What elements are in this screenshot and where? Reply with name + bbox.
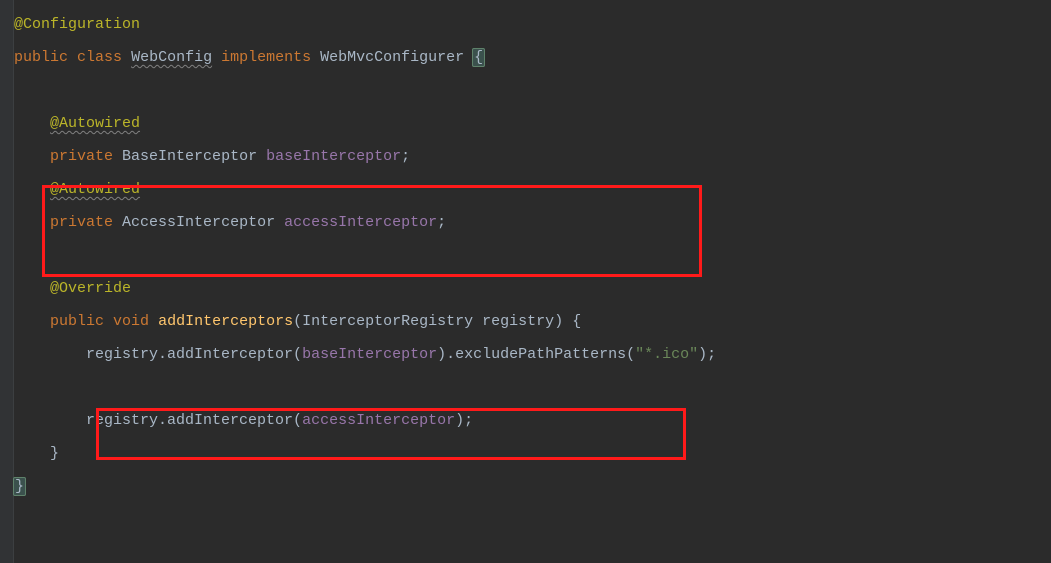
code-line-9[interactable]: @Override	[14, 272, 1051, 305]
var-registry: registry	[86, 346, 158, 363]
method-addinterceptors: addInterceptors	[158, 313, 293, 330]
var-registry-2: registry	[86, 412, 158, 429]
code-line-12[interactable]	[14, 371, 1051, 404]
annotation-configuration: @Configuration	[14, 16, 140, 33]
code-line-14[interactable]: }	[14, 437, 1051, 470]
type-baseinterceptor: BaseInterceptor	[122, 148, 257, 165]
semicolon: ;	[401, 148, 410, 165]
keyword-implements: implements	[221, 49, 311, 66]
open-brace: {	[472, 48, 485, 67]
code-line-1[interactable]: @Configuration	[14, 8, 1051, 41]
line-end-2: );	[455, 412, 473, 429]
method-close-brace: }	[50, 445, 59, 462]
keyword-private-2: private	[50, 214, 113, 231]
arg-baseinterceptor: baseInterceptor	[302, 346, 437, 363]
code-line-2[interactable]: public class WebConfig implements WebMvc…	[14, 41, 1051, 74]
code-line-3[interactable]	[14, 74, 1051, 107]
class-close-brace: }	[13, 477, 26, 496]
paren-close: )	[554, 313, 563, 330]
class-name: WebConfig	[131, 49, 212, 66]
keyword-private: private	[50, 148, 113, 165]
keyword-public: public	[14, 49, 68, 66]
code-line-13[interactable]: registry.addInterceptor(accessIntercepto…	[14, 404, 1051, 437]
paren-open: (	[293, 313, 302, 330]
code-line-8[interactable]	[14, 239, 1051, 272]
interface-name: WebMvcConfigurer	[320, 49, 464, 66]
code-line-6[interactable]: @Autowired	[14, 173, 1051, 206]
keyword-class: class	[77, 49, 122, 66]
code-line-5[interactable]: private BaseInterceptor baseInterceptor;	[14, 140, 1051, 173]
method-brace: {	[563, 313, 581, 330]
param-type: InterceptorRegistry	[302, 313, 473, 330]
arg-accessinterceptor: accessInterceptor	[302, 412, 455, 429]
param-name: registry	[482, 313, 554, 330]
type-accessinterceptor: AccessInterceptor	[122, 214, 275, 231]
code-line-10[interactable]: public void addInterceptors(InterceptorR…	[14, 305, 1051, 338]
line-end: );	[698, 346, 716, 363]
field-baseinterceptor: baseInterceptor	[266, 148, 401, 165]
code-editor[interactable]: @Configuration public class WebConfig im…	[0, 0, 1051, 563]
semicolon-2: ;	[437, 214, 446, 231]
annotation-override: @Override	[50, 280, 131, 297]
code-line-11[interactable]: registry.addInterceptor(baseInterceptor)…	[14, 338, 1051, 371]
annotation-autowired-2: @Autowired	[50, 181, 140, 198]
keyword-public-2: public	[50, 313, 104, 330]
call-addinterceptor-2: .addInterceptor(	[158, 412, 302, 429]
field-accessinterceptor: accessInterceptor	[284, 214, 437, 231]
annotation-autowired: @Autowired	[50, 115, 140, 132]
string-ico: "*.ico"	[635, 346, 698, 363]
code-line-15[interactable]: }	[14, 470, 1051, 503]
call-addinterceptor: .addInterceptor(	[158, 346, 302, 363]
keyword-void: void	[113, 313, 149, 330]
code-line-4[interactable]: @Autowired	[14, 107, 1051, 140]
code-line-7[interactable]: private AccessInterceptor accessIntercep…	[14, 206, 1051, 239]
call-excludepathpatterns: ).excludePathPatterns(	[437, 346, 635, 363]
